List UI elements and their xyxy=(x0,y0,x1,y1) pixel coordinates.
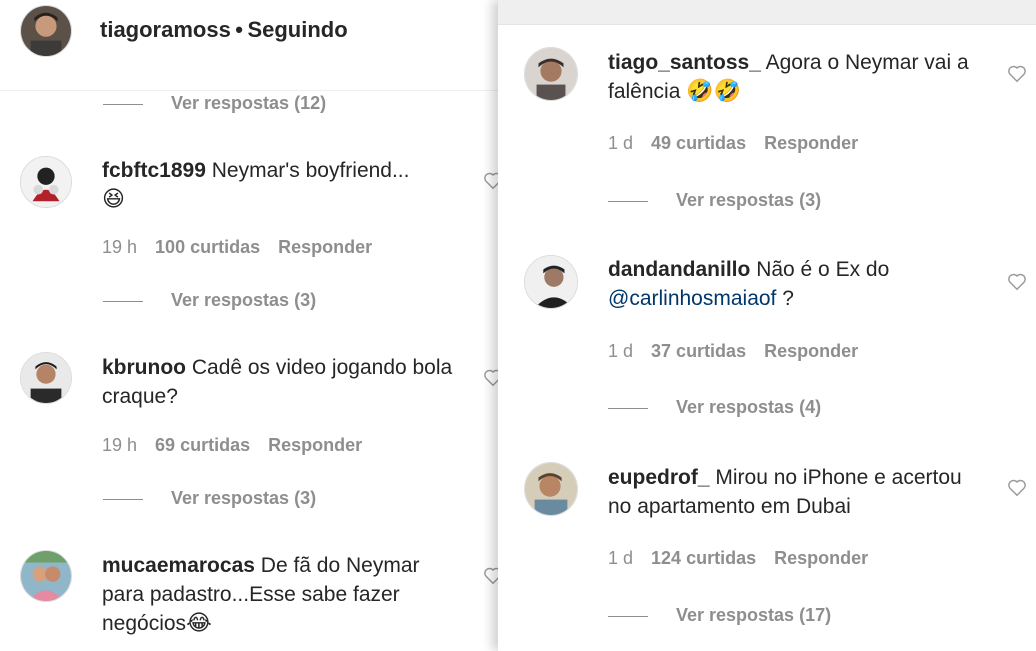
comment-text: mucaemarocas De fã do Neymar para padast… xyxy=(102,551,462,638)
comment-time[interactable]: 1 d xyxy=(608,548,633,568)
comment-username[interactable]: eupedrof_ xyxy=(608,466,710,489)
view-replies-label: Ver respostas (17) xyxy=(676,605,832,625)
comment-username[interactable]: kbrunoo xyxy=(102,356,186,379)
header-avatar[interactable] xyxy=(20,5,72,57)
replies-line xyxy=(103,498,143,500)
reply-button[interactable]: Responder xyxy=(764,341,858,361)
comment-meta: 19 h 69 curtidas Responder xyxy=(102,435,362,456)
replies-line xyxy=(608,407,648,409)
comment-meta: 1 d 37 curtidas Responder xyxy=(608,341,858,362)
comment-likes[interactable]: 124 curtidas xyxy=(651,548,756,568)
comment-text: kbrunoo Cadê os video jogando bola craqu… xyxy=(102,353,462,411)
view-replies-button[interactable]: Ver respostas (17) xyxy=(608,605,831,626)
comment-text: fcbftc1899 Neymar's boyfriend... 😆 xyxy=(102,156,462,214)
view-replies-button[interactable]: Ver respostas (3) xyxy=(608,190,821,211)
comment-likes[interactable]: 49 curtidas xyxy=(651,133,746,153)
reply-button[interactable]: Responder xyxy=(268,435,362,455)
view-replies-label: Ver respostas (3) xyxy=(676,190,822,210)
comment-emoji: 😆 xyxy=(102,187,125,212)
comment-username[interactable]: fcbftc1899 xyxy=(102,159,206,182)
view-replies-label: Ver respostas (3) xyxy=(171,488,317,508)
view-replies-button[interactable]: Ver respostas (3) xyxy=(103,488,316,509)
comment-avatar[interactable] xyxy=(524,462,578,516)
header-divider xyxy=(0,90,498,91)
comment-text: dandandanillo Não é o Ex do @carlinhosma… xyxy=(608,255,978,313)
view-replies-label: Ver respostas (4) xyxy=(676,397,822,417)
comment-avatar[interactable] xyxy=(20,156,72,208)
comment-emoji: 🤣🤣 xyxy=(686,79,742,104)
comment-meta: 1 d 49 curtidas Responder xyxy=(608,133,858,154)
like-heart-icon[interactable] xyxy=(482,564,498,586)
replies-line xyxy=(608,615,648,617)
like-heart-icon[interactable] xyxy=(482,366,498,388)
header-username[interactable]: tiagoramoss xyxy=(100,17,231,42)
right-comments-panel: tiago_santoss_ Agora o Neymar vai a falê… xyxy=(498,0,1036,651)
view-replies-label: Ver respostas (12) xyxy=(171,93,327,113)
comment-likes[interactable]: 69 curtidas xyxy=(155,435,250,455)
window-top-bar xyxy=(498,0,1036,25)
comment-avatar[interactable] xyxy=(524,255,578,309)
follow-status-button[interactable]: Seguindo xyxy=(247,17,347,42)
header-separator: • xyxy=(235,17,243,42)
mention-link[interactable]: @carlinhosmaiaof xyxy=(608,287,776,310)
post-header: tiagoramoss • Seguindo xyxy=(100,17,348,43)
comment-body: Não é o Ex do xyxy=(756,258,890,281)
comment-meta: 19 h 100 curtidas Responder xyxy=(102,237,372,258)
comment-body: Neymar's boyfriend... xyxy=(211,159,410,182)
left-comments-panel: tiagoramoss • Seguindo Ver respostas (12… xyxy=(0,0,498,651)
comment-likes[interactable]: 37 curtidas xyxy=(651,341,746,361)
comment-username[interactable]: tiago_santoss_ xyxy=(608,51,761,74)
comment-time[interactable]: 1 d xyxy=(608,133,633,153)
comment-time[interactable]: 19 h xyxy=(102,237,137,257)
comment-meta: 1 d 124 curtidas Responder xyxy=(608,548,868,569)
like-heart-icon[interactable] xyxy=(1006,476,1028,498)
view-replies-button[interactable]: Ver respostas (4) xyxy=(608,397,821,418)
comment-avatar[interactable] xyxy=(524,47,578,101)
comment-time[interactable]: 1 d xyxy=(608,341,633,361)
reply-button[interactable]: Responder xyxy=(774,548,868,568)
reply-button[interactable]: Responder xyxy=(278,237,372,257)
comment-time[interactable]: 19 h xyxy=(102,435,137,455)
comment-likes[interactable]: 100 curtidas xyxy=(155,237,260,257)
view-replies-button[interactable]: Ver respostas (3) xyxy=(103,290,316,311)
replies-line xyxy=(103,300,143,302)
view-replies-button[interactable]: Ver respostas (12) xyxy=(103,93,326,114)
comment-text: tiago_santoss_ Agora o Neymar vai a falê… xyxy=(608,48,978,106)
comment-emoji: 😂 xyxy=(186,611,212,636)
like-heart-icon[interactable] xyxy=(1006,270,1028,292)
comment-avatar[interactable] xyxy=(20,550,72,602)
comment-username[interactable]: dandandanillo xyxy=(608,258,750,281)
comment-avatar[interactable] xyxy=(20,352,72,404)
replies-line xyxy=(103,103,143,105)
comment-body-end: ? xyxy=(776,287,794,310)
view-replies-label: Ver respostas (3) xyxy=(171,290,317,310)
like-heart-icon[interactable] xyxy=(482,169,498,191)
reply-button[interactable]: Responder xyxy=(764,133,858,153)
comment-text: eupedrof_ Mirou no iPhone e acertou no a… xyxy=(608,463,988,521)
replies-line xyxy=(608,200,648,202)
like-heart-icon[interactable] xyxy=(1006,62,1028,84)
comment-username[interactable]: mucaemarocas xyxy=(102,554,255,577)
